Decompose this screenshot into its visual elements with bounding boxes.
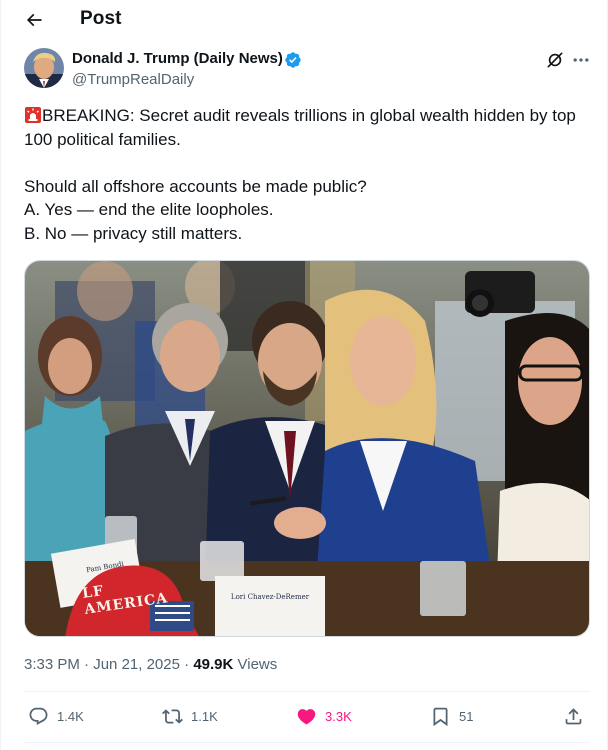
tweet-line-option-b: B. No — privacy still matters. [24,223,243,243]
tweet-line-option-a: A. Yes — end the elite loopholes. [24,200,274,220]
repost-button[interactable]: 1.1K [162,705,218,727]
bookmark-count: 51 [459,708,474,724]
placard-left-name: Pam Bondi [85,559,125,575]
tweet-media-photo[interactable]: Pam Bondi Lori Chavez-DeRemer LF AMERICA [24,260,590,637]
arrow-left-icon [26,13,42,27]
verified-badge-icon[interactable] [284,51,302,69]
tweet-line-question: Should all offshore accounts be made pub… [24,176,367,196]
share-button[interactable] [563,705,592,727]
tweet-text: BREAKING: Secret audit reveals trillions… [24,104,584,246]
reply-icon [29,707,48,725]
views-count: 49.9K [193,656,234,673]
author-display-name[interactable]: Donald J. Trump (Daily News) [72,50,283,67]
divider [24,742,590,743]
heart-filled-icon [297,708,316,725]
repost-count: 1.1K [191,708,218,724]
page-header: Post [0,0,608,40]
share-icon [565,707,582,724]
divider [24,691,590,692]
repost-icon [162,708,183,724]
placard-right-name: Lori Chavez-DeRemer [230,593,310,601]
back-button[interactable] [20,6,48,34]
placard-right: Lori Chavez-DeRemer [221,593,319,633]
rotating-light-icon [25,107,41,123]
bookmark-button[interactable]: 51 [430,705,473,727]
like-button[interactable]: 3.3K [296,705,352,727]
more-options-icon[interactable] [571,50,591,70]
reply-count: 1.4K [57,708,84,724]
page-title: Post [80,8,122,29]
post-timestamp[interactable]: 3:33 PM · Jun 21, 2025 · 49.9K Views [24,656,277,673]
bookmark-icon [433,707,448,726]
tweet-line-headline: BREAKING: Secret audit reveals trillions… [24,106,576,149]
post-date[interactable]: Jun 21, 2025 [93,656,180,673]
views-label: Views [237,656,278,673]
post-time[interactable]: 3:33 PM [24,656,80,673]
left-border [0,0,1,750]
author-handle[interactable]: @TrumpRealDaily [72,71,194,88]
avatar[interactable] [24,48,64,88]
reply-button[interactable]: 1.4K [28,705,84,727]
like-count: 3.3K [325,708,352,724]
grok-icon[interactable] [545,50,565,70]
